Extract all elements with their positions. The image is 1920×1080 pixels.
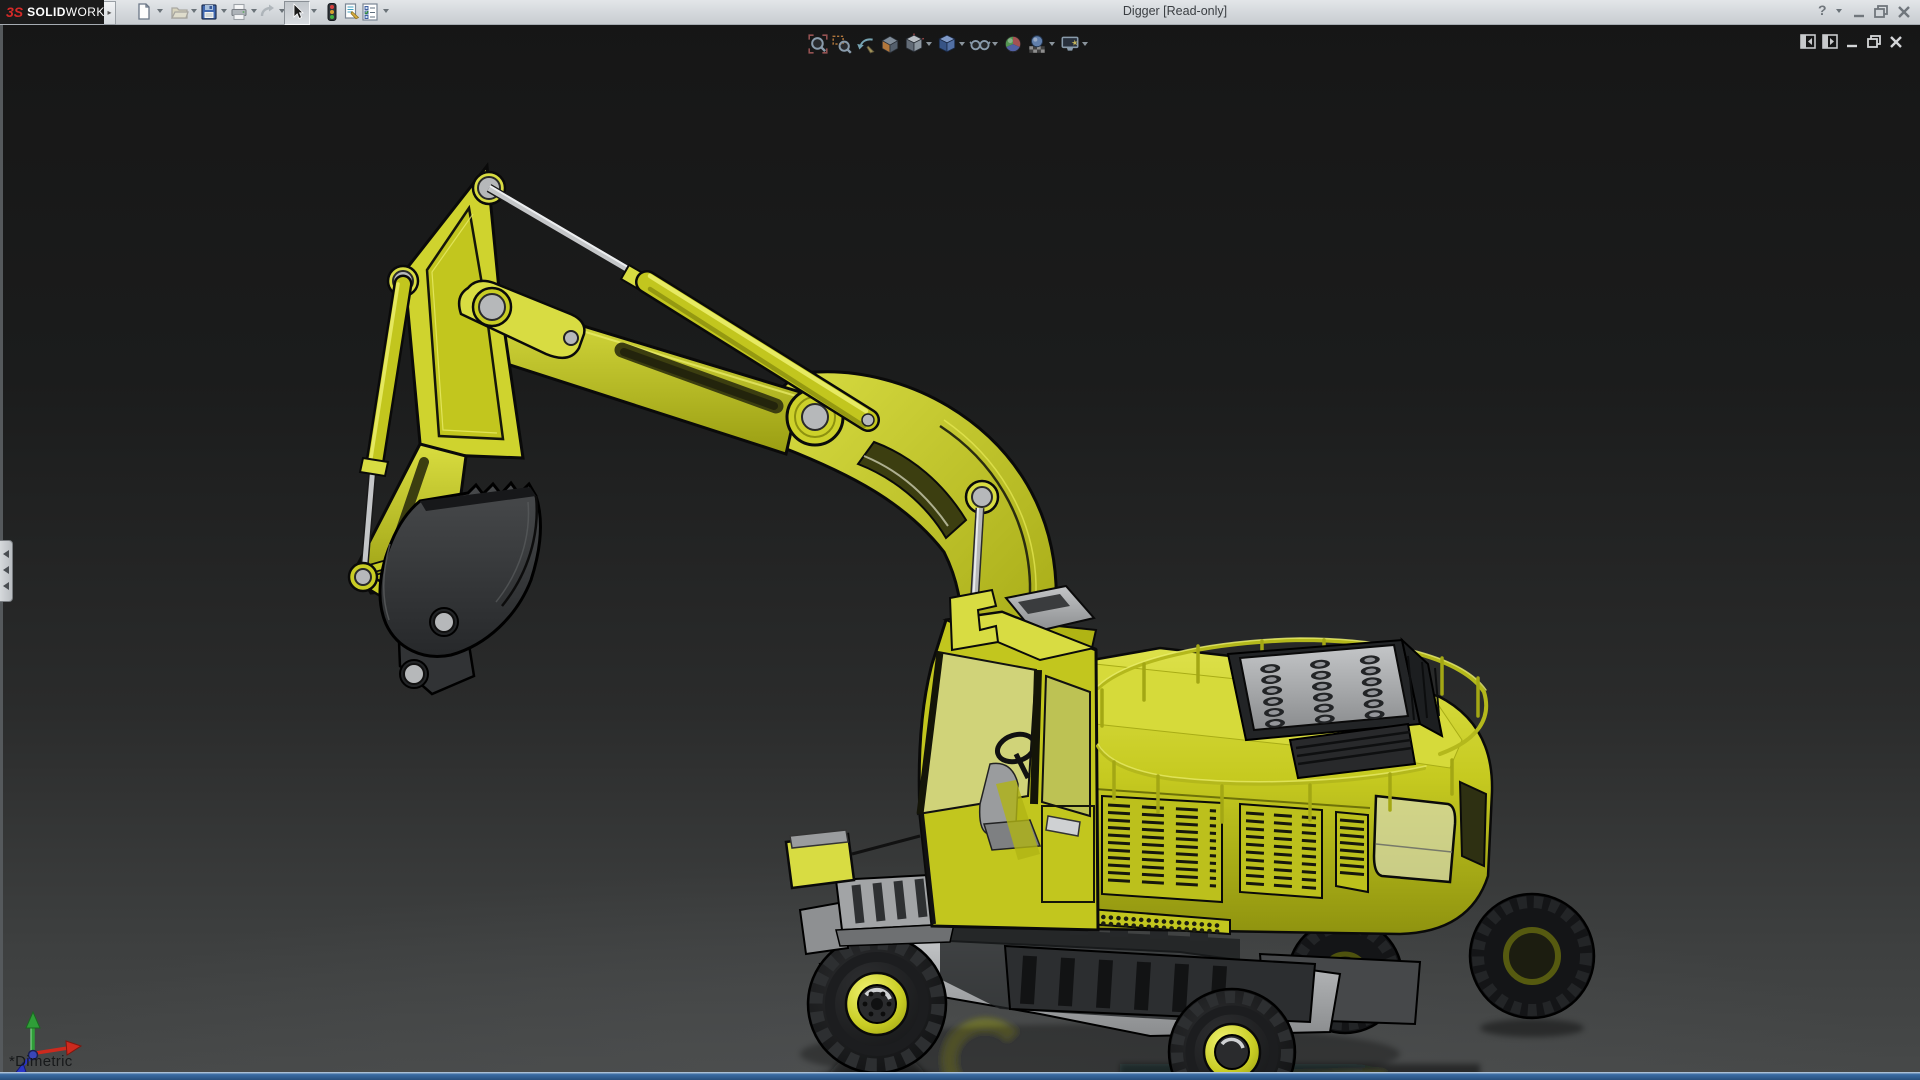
select-tool-icon[interactable] (287, 2, 307, 22)
rear-window (1372, 794, 1457, 884)
save-icon[interactable] (199, 2, 219, 22)
hide-show-items-icon[interactable] (969, 33, 991, 55)
doc-restore-icon[interactable] (1864, 33, 1886, 51)
solidworks-window: *Dimetric 3S SOLID WORKS ▸ Digger [Read-… (0, 0, 1920, 1080)
new-dropdown[interactable] (157, 9, 163, 13)
apply-scene-dropdown[interactable] (1049, 42, 1055, 46)
brand-name-bold: SOLID (27, 5, 66, 19)
view-settings-icon[interactable] (1059, 33, 1081, 55)
view-orientation-dropdown[interactable] (926, 42, 932, 46)
rear-wheel-far[interactable] (1468, 892, 1596, 1020)
help-dropdown[interactable] (1836, 9, 1842, 13)
view-settings-dropdown[interactable] (1082, 42, 1088, 46)
triple-collapse-arrow-icon (3, 550, 9, 590)
heads-up-view-toolbar (806, 32, 1091, 56)
edit-appearance-icon[interactable] (1002, 33, 1024, 55)
pane-toggle-left-icon[interactable] (1798, 33, 1820, 51)
graphics-viewport[interactable] (0, 24, 1920, 1080)
display-style-dropdown[interactable] (959, 42, 965, 46)
apply-scene-icon[interactable] (1026, 33, 1048, 55)
save-dropdown[interactable] (221, 9, 227, 13)
print-icon[interactable] (229, 2, 249, 22)
featuremanager-collapsed-tab[interactable] (0, 540, 13, 602)
close-button[interactable] (1895, 3, 1913, 21)
menu-expand-tab[interactable]: ▸ (104, 1, 116, 25)
undo-icon[interactable] (258, 2, 278, 22)
title-bar: 3S SOLID WORKS ▸ Digger [Read-only] ? (0, 0, 1920, 25)
open-icon[interactable] (170, 2, 190, 22)
print-dropdown[interactable] (251, 9, 257, 13)
rebuild-traffic-light-icon[interactable] (322, 2, 342, 22)
document-window-controls (1798, 33, 1908, 51)
minimize-button[interactable] (1851, 3, 1869, 21)
select-dropdown[interactable] (311, 9, 317, 13)
solidworks-logo: 3S SOLID WORKS (0, 0, 113, 24)
front-wheel[interactable] (806, 933, 948, 1075)
open-dropdown[interactable] (191, 9, 197, 13)
door-window (1040, 674, 1091, 818)
zoom-to-area-icon[interactable] (831, 33, 853, 55)
brand-glyph: 3S (6, 4, 24, 20)
view-orientation-label: *Dimetric (9, 1053, 73, 1070)
pane-toggle-right-icon[interactable] (1820, 33, 1842, 51)
section-view-icon[interactable] (879, 33, 901, 55)
zoom-to-fit-icon[interactable] (807, 33, 829, 55)
help-button[interactable]: ? (1818, 2, 1827, 18)
taskbar-edge (0, 1072, 1920, 1080)
previous-view-icon[interactable] (855, 33, 877, 55)
doc-close-icon[interactable] (1886, 33, 1908, 51)
window-title: Digger [Read-only] (1122, 4, 1228, 18)
options-icon[interactable] (360, 2, 380, 22)
restore-button[interactable] (1873, 3, 1891, 21)
cab[interactable] (916, 610, 1100, 932)
file-properties-icon[interactable] (342, 2, 362, 22)
doc-minimize-icon[interactable] (1842, 33, 1864, 51)
new-document-icon[interactable] (134, 2, 154, 22)
hide-show-items-dropdown[interactable] (992, 42, 998, 46)
view-orientation-icon[interactable] (903, 33, 925, 55)
display-style-icon[interactable] (936, 33, 958, 55)
digger-model[interactable] (0, 24, 1920, 1080)
options-dropdown[interactable] (383, 9, 389, 13)
